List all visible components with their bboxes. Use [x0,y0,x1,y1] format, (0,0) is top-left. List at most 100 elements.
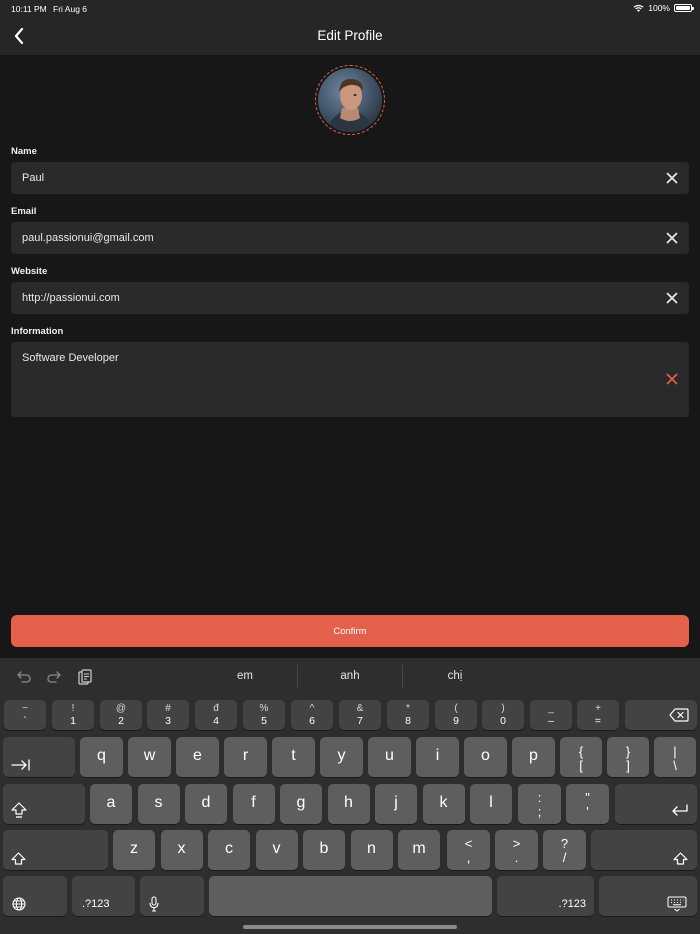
email-label: Email [11,206,37,217]
clear-website-icon[interactable] [665,291,679,305]
number-key[interactable]: _ – [530,700,572,730]
prediction-1[interactable]: em [215,670,275,682]
email-field[interactable]: paul.passionui@gmail.com [11,222,689,254]
key-letter: w [143,747,156,764]
letter-key[interactable]: k [422,784,465,824]
key-char: 4 [213,715,219,727]
nav-bar: Edit Profile [0,17,700,55]
number-key[interactable]: #3 [147,700,189,730]
number-key[interactable]: ! 1 [52,700,94,730]
space-key[interactable] [209,876,492,916]
letter-key[interactable]: g [280,784,322,824]
number-key[interactable]: % 5 [243,700,285,730]
number-key[interactable]: & 7 [339,700,381,730]
letter-key[interactable]: b [303,830,345,870]
letter-key[interactable]: f [232,784,275,824]
letter-key[interactable]: j [375,784,417,824]
tab-key[interactable] [3,737,75,777]
letter-key[interactable]: o [464,737,507,777]
number-key[interactable]: * 8 [387,700,429,730]
status-bar: 10:11 PM Fri Aug 6 100% [0,0,700,17]
website-field[interactable]: http://passionui.com [11,282,689,314]
symbol-key[interactable]: <, [447,830,490,870]
key-char: . [514,850,519,865]
undo-icon[interactable] [16,669,32,685]
number-key[interactable]: + = [577,700,619,730]
letter-key[interactable]: z [113,830,155,870]
paste-icon[interactable] [77,669,93,685]
key-char: 9 [453,715,459,727]
number-key[interactable]: ^ 6 [291,700,333,730]
key-shift-char: _ [548,703,554,714]
globe-key[interactable] [3,876,67,916]
letter-key[interactable]: e [176,737,219,777]
key-shift-char: # [165,703,171,714]
website-value[interactable]: http://passionui.com [22,292,120,304]
numbers-key-label: .?123 [558,898,586,910]
letter-key[interactable]: s [137,784,180,824]
letter-key[interactable]: i [416,737,459,777]
letter-key[interactable]: t [272,737,315,777]
letter-key[interactable]: m [398,830,440,870]
information-value[interactable]: Software Developer [22,352,119,364]
letter-key[interactable]: y [320,737,363,777]
shift-left-key[interactable] [3,830,108,870]
confirm-button[interactable]: Confirm [11,615,689,647]
letter-key[interactable]: d [185,784,227,824]
key-shift-char: > [512,836,521,851]
number-key[interactable]: ) 0 [482,700,524,730]
letter-key[interactable]: c [208,830,250,870]
information-label: Information [11,326,64,337]
symbol-key[interactable]: " ' [566,784,609,824]
symbol-key[interactable]: ? / [543,830,586,870]
shift-right-key[interactable] [591,830,697,870]
letter-key[interactable]: l [470,784,512,824]
letter-key[interactable]: w [128,737,171,777]
key-shift-char: } [625,744,631,759]
clear-name-icon[interactable] [665,171,679,185]
information-field[interactable]: Software Developer [11,342,689,417]
delete-key[interactable] [625,700,697,730]
email-value[interactable]: paul.passionui@gmail.com [22,232,154,244]
delete-icon [669,708,689,722]
redo-icon[interactable] [46,669,62,685]
letter-key[interactable]: h [327,784,370,824]
wifi-icon [633,4,644,12]
letter-key[interactable]: p [512,737,555,777]
home-indicator [243,925,457,929]
caps-lock-key[interactable] [3,784,85,824]
dismiss-keyboard-key[interactable] [599,876,697,916]
letter-key[interactable]: r [224,737,267,777]
prediction-3[interactable]: chị [425,670,485,682]
battery-icon [674,4,694,12]
numbers-key-right[interactable]: .?123 [497,876,594,916]
symbol-key[interactable]: | \ [654,737,696,777]
symbol-key[interactable]: {[ [560,737,602,777]
key-char: 2 [118,715,124,727]
number-key[interactable]: đ4 [195,700,237,730]
letter-key[interactable]: u [368,737,411,777]
letter-key[interactable]: q [80,737,123,777]
name-value[interactable]: Paul [22,172,44,184]
symbol-key[interactable]: }] [607,737,649,777]
clear-information-icon[interactable] [665,372,679,386]
numbers-key-left[interactable]: .?123 [72,876,135,916]
symbol-key[interactable]: :; [518,784,561,824]
key-letter: b [319,840,329,857]
name-field[interactable]: Paul [11,162,689,194]
number-key[interactable]: (9 [435,700,477,730]
letter-key[interactable]: a [90,784,132,824]
symbol-key[interactable]: >. [495,830,538,870]
letter-key[interactable]: v [255,830,298,870]
dictation-key[interactable] [140,876,204,916]
clear-email-icon[interactable] [665,231,679,245]
return-key[interactable] [615,784,697,824]
number-key[interactable]: ~ ` [4,700,46,730]
key-letter: l [489,794,493,811]
avatar[interactable] [315,65,385,135]
letter-key[interactable]: x [160,830,203,870]
key-char: 1 [70,715,76,727]
number-key[interactable]: @2 [100,700,142,730]
prediction-2[interactable]: anh [320,670,380,682]
letter-key[interactable]: n [350,830,393,870]
